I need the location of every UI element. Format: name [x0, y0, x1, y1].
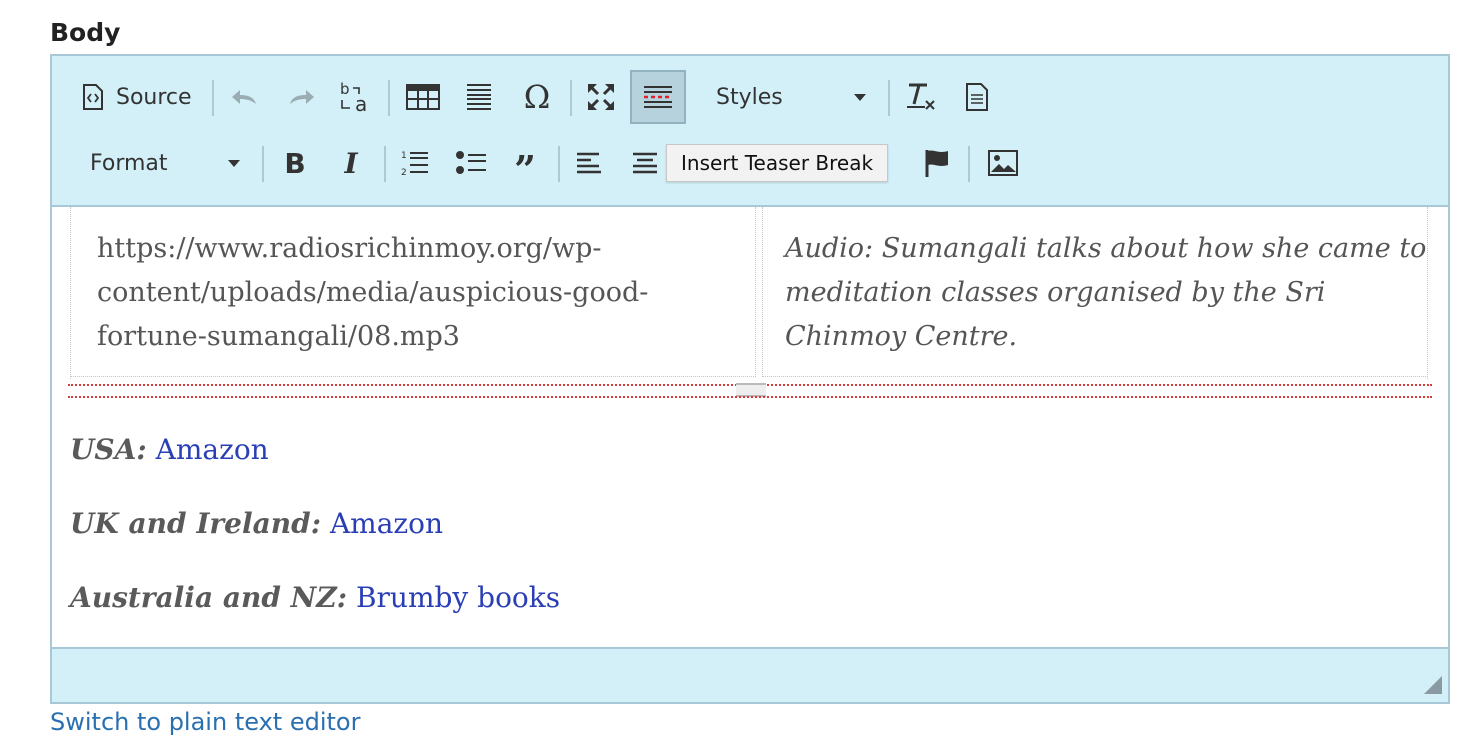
svg-text:1: 1 [401, 151, 407, 161]
teaser-break-icon [642, 84, 674, 110]
teaser-break-tooltip: Insert Teaser Break [666, 144, 889, 182]
table-cell-audio-caption[interactable]: Audio: Sumangali talks about how she cam… [762, 207, 1428, 377]
editor-toolbar: Source ba Ω Styles Format B I 1 2 ” Inse… [52, 56, 1448, 207]
maximize-icon [586, 82, 616, 112]
align-center-icon [632, 151, 658, 175]
amazon-uk-link[interactable]: Amazon [330, 507, 443, 540]
anchor-flag-icon [924, 149, 950, 177]
resize-handle-icon[interactable] [1424, 676, 1442, 694]
svg-text:a: a [355, 92, 367, 114]
toolbar-separator [262, 146, 264, 182]
styles-label: Styles [716, 84, 783, 110]
paragraph-label: Australia and NZ: [70, 581, 348, 614]
paragraph-usa: USA: Amazon [70, 433, 269, 466]
align-left-button[interactable] [566, 136, 612, 190]
rich-text-editor: Source ba Ω Styles Format B I 1 2 ” Inse… [50, 54, 1450, 704]
toolbar-separator [388, 80, 390, 116]
templates-button[interactable] [954, 70, 1000, 124]
italic-icon: I [344, 146, 358, 180]
table-button[interactable] [398, 70, 448, 124]
redo-icon [286, 86, 316, 108]
toolbar-row-1: Source ba Ω Styles [52, 70, 1448, 124]
image-icon [988, 150, 1018, 176]
anchor-button[interactable] [914, 136, 960, 190]
source-label: Source [116, 84, 192, 110]
special-character-button[interactable]: Ω [512, 70, 562, 124]
chevron-down-icon [228, 160, 240, 167]
editor-status-bar [52, 647, 1448, 702]
bulleted-list-button[interactable] [448, 136, 494, 190]
bulleted-list-icon [456, 150, 486, 176]
paragraph-uk-ireland: UK and Ireland: Amazon [70, 507, 443, 540]
templates-icon [965, 83, 989, 111]
blockquote-icon: ” [514, 147, 536, 192]
source-button[interactable]: Source [72, 70, 202, 124]
teaser-break-line-bottom [68, 396, 1432, 398]
svg-text:b: b [340, 80, 350, 98]
teaser-break-handle[interactable] [736, 383, 766, 397]
paragraph-australia-nz: Australia and NZ: Brumby books [70, 581, 560, 614]
toolbar-separator [888, 80, 890, 116]
source-icon [82, 84, 104, 110]
amazon-usa-link[interactable]: Amazon [156, 433, 269, 466]
insert-teaser-break-button[interactable] [630, 70, 686, 124]
maximize-button[interactable] [578, 70, 624, 124]
toolbar-separator [558, 146, 560, 182]
redo-button[interactable] [278, 70, 324, 124]
find-replace-icon: ba [339, 80, 371, 114]
bold-icon: B [284, 146, 306, 180]
undo-button[interactable] [222, 70, 268, 124]
align-left-icon [576, 151, 602, 175]
image-button[interactable] [978, 136, 1028, 190]
table-cell-audio-url[interactable]: https://www.radiosrichinmoy.org/wp-conte… [70, 207, 756, 377]
paragraph-label: UK and Ireland: [70, 507, 322, 540]
blockquote-button[interactable]: ” [502, 136, 548, 190]
remove-format-button[interactable] [898, 70, 944, 124]
format-dropdown[interactable]: Format [78, 136, 252, 190]
italic-button[interactable]: I [328, 136, 374, 190]
numbered-list-icon: 12 [401, 149, 429, 177]
switch-to-plain-text-link[interactable]: Switch to plain text editor [50, 708, 360, 736]
field-label-body: Body [50, 18, 121, 47]
toolbar-separator [968, 146, 970, 182]
remove-format-icon [905, 82, 937, 112]
align-center-button[interactable] [622, 136, 668, 190]
format-label: Format [90, 150, 168, 176]
paragraph-label: USA: [70, 433, 147, 466]
toolbar-separator [212, 80, 214, 116]
horizontal-rule-button[interactable] [454, 70, 504, 124]
numbered-list-button[interactable]: 12 [392, 136, 438, 190]
horizontal-rule-icon [465, 82, 493, 112]
table-icon [406, 84, 440, 110]
svg-text:2: 2 [401, 168, 407, 177]
editor-content-area[interactable]: https://www.radiosrichinmoy.org/wp-conte… [52, 207, 1448, 649]
undo-icon [230, 86, 260, 108]
chevron-down-icon [854, 94, 866, 101]
toolbar-separator [384, 146, 386, 182]
special-character-icon: Ω [523, 78, 551, 116]
bold-button[interactable]: B [272, 136, 318, 190]
brumby-books-link[interactable]: Brumby books [356, 581, 560, 614]
styles-dropdown[interactable]: Styles [704, 70, 878, 124]
toolbar-separator [570, 80, 572, 116]
find-replace-button[interactable]: ba [332, 70, 378, 124]
